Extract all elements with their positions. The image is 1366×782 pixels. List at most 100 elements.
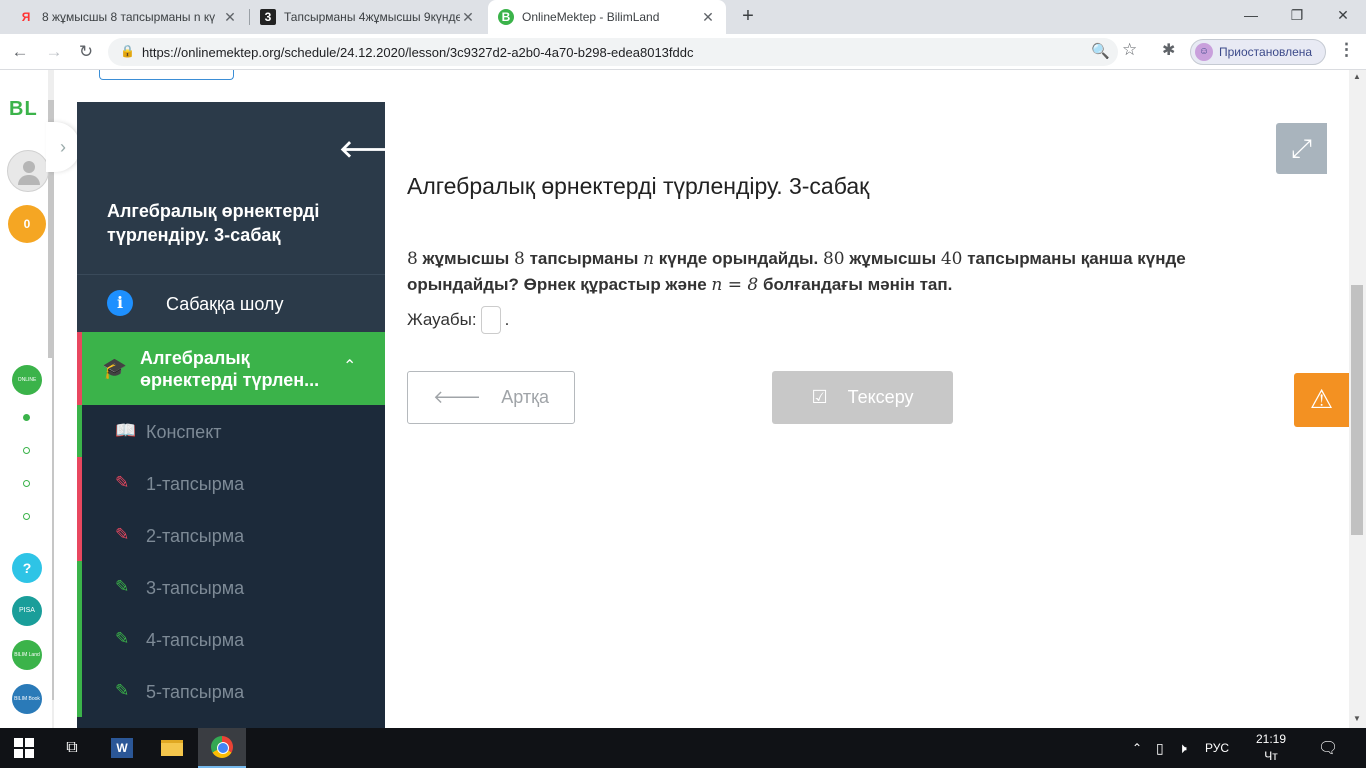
close-window-button[interactable]: ✕: [1320, 0, 1366, 30]
url-text[interactable]: https://onlinemektep.org/schedule/24.12.…: [142, 45, 693, 60]
clock-date: Чт 24.12.20: [1247, 749, 1295, 780]
task-question: 8 жұмысшы 8 тапсырманы n күнде орындайды…: [407, 246, 1277, 298]
bilimland-logo[interactable]: BL: [9, 98, 38, 121]
warning-icon[interactable]: ⚠: [1294, 373, 1349, 427]
status-bar: [77, 405, 82, 457]
check-button-label: Тексеру: [847, 387, 914, 407]
sidebar-item-task-5[interactable]: ✎ 5-тапсырма: [77, 665, 385, 717]
edit-icon: ✎: [115, 577, 130, 596]
clock-time: 21:19: [1255, 732, 1287, 746]
sidebar-item-label: 1-тапсырма: [146, 474, 245, 494]
question-text: болғандағы мәнін тап.: [758, 275, 953, 294]
battery-icon[interactable]: ▯: [1156, 728, 1164, 768]
sidebar-item-task-4[interactable]: ✎ 4-тапсырма: [77, 613, 385, 665]
forward-button[interactable]: →: [42, 40, 66, 64]
minimize-button[interactable]: —: [1228, 0, 1274, 30]
back-button[interactable]: ←: [8, 40, 32, 64]
bilimbook-icon[interactable]: BILIM Book: [12, 684, 42, 714]
answer-input[interactable]: [480, 306, 501, 334]
chrome-icon: [211, 736, 233, 758]
tab-title: 8 жұмысшы 8 тапсырманы n кү: [42, 10, 216, 24]
edit-icon: ✎: [115, 473, 130, 492]
nav-dot[interactable]: [23, 447, 30, 454]
volume-icon[interactable]: 🕨: [1178, 728, 1187, 768]
profile-button[interactable]: ☺ Приостановлена: [1190, 39, 1326, 65]
math-number: 40: [940, 249, 963, 269]
status-bar: [77, 665, 82, 717]
question-text: күнде орындайды.: [654, 249, 823, 268]
word-icon: W: [111, 738, 133, 758]
browser-tab-3[interactable]: B OnlineMektep - BilimLand ✕: [488, 0, 726, 34]
page-scrollbar[interactable]: ▲ ▼: [1349, 70, 1366, 728]
chevron-up-icon[interactable]: ⌃: [343, 356, 356, 376]
chevron-right-icon[interactable]: ›: [46, 122, 80, 172]
online-mektep-icon[interactable]: ONLINE MEKTEP: [12, 365, 42, 413]
points-badge[interactable]: 0: [8, 205, 46, 243]
nav-dot[interactable]: [23, 513, 30, 520]
nav-dot[interactable]: [23, 414, 30, 421]
fullscreen-icon[interactable]: ⤢: [1276, 123, 1327, 174]
reload-button[interactable]: ↻: [74, 40, 98, 64]
sidebar-item-label: Сабаққа шолу: [166, 294, 284, 314]
clock[interactable]: 21:19 Чт 24.12.20: [1240, 731, 1302, 782]
pisa-icon[interactable]: PISA: [12, 596, 42, 626]
tab-close-icon[interactable]: ✕: [460, 9, 476, 26]
page-scrollbar-thumb[interactable]: [1351, 285, 1363, 535]
tab-close-icon[interactable]: ✕: [700, 9, 716, 26]
arrow-left-icon[interactable]: 🡐: [339, 134, 385, 164]
scroll-up-icon[interactable]: ▲: [1353, 72, 1361, 81]
help-icon[interactable]: ?: [12, 553, 42, 583]
chrome-taskbar-button[interactable]: [198, 728, 246, 768]
sidebar-item-task-3[interactable]: ✎ 3-тапсырма: [77, 561, 385, 613]
new-tab-button[interactable]: +: [736, 4, 760, 28]
tab-close-icon[interactable]: ✕: [222, 9, 238, 26]
sidebar-item-konspekt[interactable]: 📖 Конспект: [77, 405, 385, 457]
edit-icon: ✎: [115, 681, 130, 700]
yandex-icon: Я: [21, 10, 31, 24]
zoom-icon[interactable]: 🔍: [1091, 42, 1110, 60]
sidebar-item-lesson-active[interactable]: 🎓 Алгебралық өрнектерді түрлен... ⌃: [77, 332, 385, 405]
znanija-icon: 3: [260, 9, 276, 25]
start-button[interactable]: [0, 728, 48, 768]
browser-tab-1[interactable]: Я 8 жұмысшы 8 тапсырманы n кү ✕: [8, 0, 248, 34]
lock-icon[interactable]: 🔒: [120, 44, 135, 58]
top-button-edge[interactable]: [99, 70, 234, 80]
tray-expand-icon[interactable]: ⌃: [1132, 728, 1142, 768]
folder-icon: [161, 740, 183, 756]
check-button[interactable]: ☑ Тексеру: [772, 371, 953, 424]
puzzle-icon[interactable]: ✱: [1162, 40, 1175, 60]
back-button[interactable]: 🡐 Артқа: [407, 371, 575, 424]
tab-title: Тапсырманы 4жұмысшы 9күнде: [284, 10, 460, 24]
page-title: Алгебралық өрнектерді түрлендіру. 3-саба…: [407, 173, 870, 199]
avatar: ☺: [1195, 43, 1213, 61]
star-icon[interactable]: ☆: [1122, 40, 1137, 60]
language-indicator[interactable]: РУС: [1205, 728, 1229, 768]
notifications-icon[interactable]: 🗨: [1318, 728, 1338, 768]
task-view-icon[interactable]: ⧉: [48, 728, 96, 768]
word-taskbar-button[interactable]: W: [98, 728, 146, 768]
math-variable: n: [643, 249, 655, 269]
restore-button[interactable]: ❐: [1274, 0, 1320, 30]
sidebar-item-task-2[interactable]: ✎ 2-тапсырма: [77, 509, 385, 561]
sidebar-item-label: 4-тапсырма: [146, 630, 245, 650]
sidebar-item-overview[interactable]: i Сабаққа шолу: [77, 274, 385, 332]
address-bar[interactable]: 🔒 https://onlinemektep.org/schedule/24.1…: [108, 38, 1118, 66]
lesson-title: Алгебралық өрнектерді түрлендіру. 3-саба…: [107, 201, 320, 245]
browser-tab-2[interactable]: 3 Тапсырманы 4жұмысшы 9күнде ✕: [250, 0, 486, 34]
math-number: 8: [407, 249, 418, 269]
math-number: 8: [514, 249, 525, 269]
bilimland-service-icon[interactable]: BILIM Land: [12, 640, 42, 670]
windows-icon: [14, 738, 34, 758]
info-icon: i: [107, 290, 133, 316]
sidebar-item-task-1[interactable]: ✎ 1-тапсырма: [77, 457, 385, 509]
sidebar-header: 🡐 Алгебралық өрнектерді түрлендіру. 3-са…: [77, 102, 385, 274]
back-button-label: Артқа: [501, 387, 550, 407]
kebab-icon[interactable]: ⋮: [1338, 40, 1355, 60]
user-avatar[interactable]: [7, 150, 49, 192]
scroll-down-icon[interactable]: ▼: [1353, 714, 1361, 723]
answer-row: Жауабы: .: [407, 306, 509, 334]
windows-taskbar: ⧉ W ⌃ ▯ 🕨 РУС 21:19 Чт 24.12.20 🗨: [0, 728, 1366, 780]
avatar-head: [23, 161, 35, 173]
nav-dot[interactable]: [23, 480, 30, 487]
explorer-taskbar-button[interactable]: [148, 728, 196, 768]
